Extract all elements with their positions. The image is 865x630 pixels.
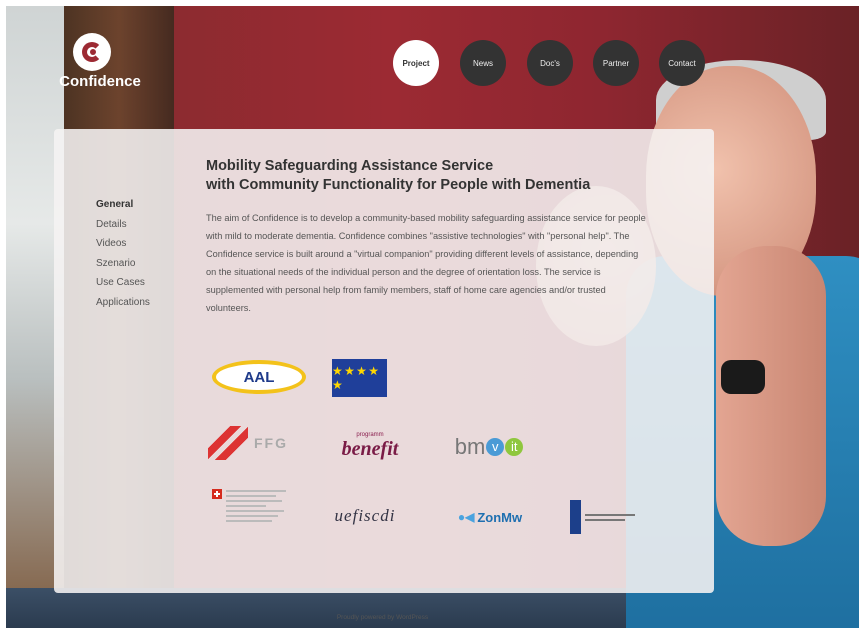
swiss-logo-text-lines (226, 489, 286, 522)
partner-logo-swiss-confederation[interactable] (212, 489, 288, 539)
sidebar-item-general[interactable]: General (96, 195, 150, 215)
sidebar-item-details[interactable]: Details (96, 215, 150, 235)
nav-contact[interactable]: Contact (659, 40, 705, 86)
swiss-cross-icon (212, 489, 222, 499)
partner-logo-aal[interactable]: AAL (210, 355, 308, 399)
partner-logo-uefiscdi[interactable]: uefiscdi (320, 501, 410, 531)
eu-stars-icon: ★ ★ ★ ★ ★ (332, 364, 379, 392)
nav-partner[interactable]: Partner (593, 40, 639, 86)
sidebar-item-applications[interactable]: Applications (96, 293, 150, 313)
partner-logo-bmvit[interactable]: bm v it (444, 429, 534, 465)
bmvit-logo-prefix: bm (454, 434, 486, 459)
partner-logo-ffg[interactable]: FFG (208, 423, 298, 463)
content-panel: General Details Videos Szenario Use Case… (54, 129, 714, 593)
partner-logo-netherlands-ministry[interactable] (570, 497, 640, 537)
confidence-logo-icon (73, 33, 111, 71)
nl-ministry-text-lines (585, 513, 635, 521)
nav-project[interactable]: Project (393, 40, 439, 86)
zonmw-logo-text: ZonMw (477, 509, 523, 525)
ffg-logo-icon (208, 426, 248, 460)
background-arm (716, 246, 826, 546)
page-title: Mobility Safeguarding Assistance Service… (206, 157, 666, 195)
ffg-logo-text: FFG (254, 435, 288, 451)
partner-logo-zonmw[interactable]: ●◀ ZonMw (442, 505, 538, 529)
bmvit-logo-v: v (486, 438, 505, 456)
nl-ministry-bar-icon (570, 500, 581, 534)
sidebar-item-videos[interactable]: Videos (96, 234, 150, 254)
nav-docs[interactable]: Doc's (527, 40, 573, 86)
partner-logo-benefit[interactable]: programm benefit (330, 427, 410, 465)
sidebar-item-szenario[interactable]: Szenario (96, 254, 150, 274)
zonmw-logo-icon: ●◀ (457, 510, 475, 524)
benefit-logo-text: benefit (341, 437, 399, 460)
partner-logo-eu[interactable]: ★ ★ ★ ★ ★ (332, 359, 387, 397)
nav-news[interactable]: News (460, 40, 506, 86)
aal-logo-ring: AAL (212, 360, 306, 394)
bmvit-logo-it: it (505, 438, 524, 456)
page-title-line1: Mobility Safeguarding Assistance Service (206, 158, 494, 174)
sidebar-nav: General Details Videos Szenario Use Case… (96, 195, 150, 313)
page-title-line2: with Community Functionality for People … (206, 177, 591, 193)
background-watch (721, 360, 765, 394)
uefiscdi-logo-text: uefiscdi (334, 506, 396, 525)
page-description: The aim of Confidence is to develop a co… (206, 213, 646, 313)
site-logo[interactable]: Confidence (55, 30, 145, 90)
sidebar-item-use-cases[interactable]: Use Cases (96, 273, 150, 293)
footer-credit[interactable]: Proudly powered by WordPress (300, 614, 465, 621)
site-logo-text: Confidence (59, 73, 141, 90)
